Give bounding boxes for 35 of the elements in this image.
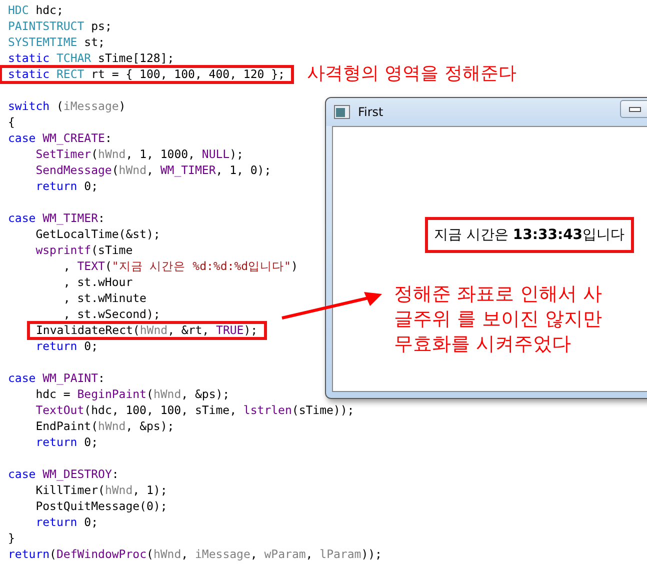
window-title: First — [358, 105, 384, 119]
code-line: wsprintf(sTime — [34, 242, 133, 258]
code-line: , TEXT("지금 시간은 %d:%d:%d입니다") — [62, 258, 298, 274]
code-line: PostQuitMessage(0); — [34, 498, 168, 514]
annotation-text: 정해준 좌표로 인해서 사 글주위 를 보이진 않지만 무효화를 시켜주었다 — [394, 282, 602, 357]
code-line: static TCHAR sTime[128]; — [8, 50, 174, 66]
code-line: hdc = BeginPaint(hWnd, &ps); — [34, 386, 230, 402]
annotation-text: 사격형의 영역을 정해준다 — [307, 62, 516, 85]
code-line: case WM_TIMER: — [8, 210, 105, 226]
code-line: case WM_CREATE: — [8, 130, 112, 146]
code-line: HDC hdc; — [8, 2, 64, 18]
code-line: KillTimer(hWnd, 1); — [34, 482, 168, 498]
code-line: , st.wSecond); — [62, 306, 160, 322]
code-line: { — [8, 114, 15, 130]
minimize-button[interactable] — [620, 100, 647, 118]
code-line: } — [8, 530, 15, 546]
code-line: TextOut(hdc, 100, 100, sTime, lstrlen(sTime)); — [34, 402, 354, 418]
code-line: GetLocalTime(&st); — [34, 226, 160, 242]
code-line: case WM_DESTROY: — [8, 466, 119, 482]
code-line: , st.wHour — [62, 274, 133, 290]
code-line: return(DefWindowProc(hWnd, iMessage, wParam, lParam)); — [8, 546, 382, 562]
code-line: SYSTEMTIME st; — [8, 34, 105, 50]
code-line: return 0; — [34, 434, 98, 450]
code-line: switch (iMessage) — [8, 98, 126, 114]
code-line: return 0; — [34, 338, 98, 354]
code-line: , st.wMinute — [62, 290, 146, 306]
code-line: case WM_PAINT: — [8, 370, 105, 386]
code-line: return 0; — [34, 178, 98, 194]
code-line: PAINTSTRUCT ps; — [8, 18, 112, 34]
app-icon — [334, 105, 350, 119]
code-line: SetTimer(hWnd, 1, 1000, NULL); — [34, 146, 244, 162]
time-output-text: 지금 시간은 13:33:43입니다 — [425, 217, 634, 253]
code-line: SendMessage(hWnd, WM_TIMER, 1, 0); — [34, 162, 272, 178]
code-line: return 0; — [34, 514, 98, 530]
code-line: EndPaint(hWnd, &ps); — [34, 418, 174, 434]
